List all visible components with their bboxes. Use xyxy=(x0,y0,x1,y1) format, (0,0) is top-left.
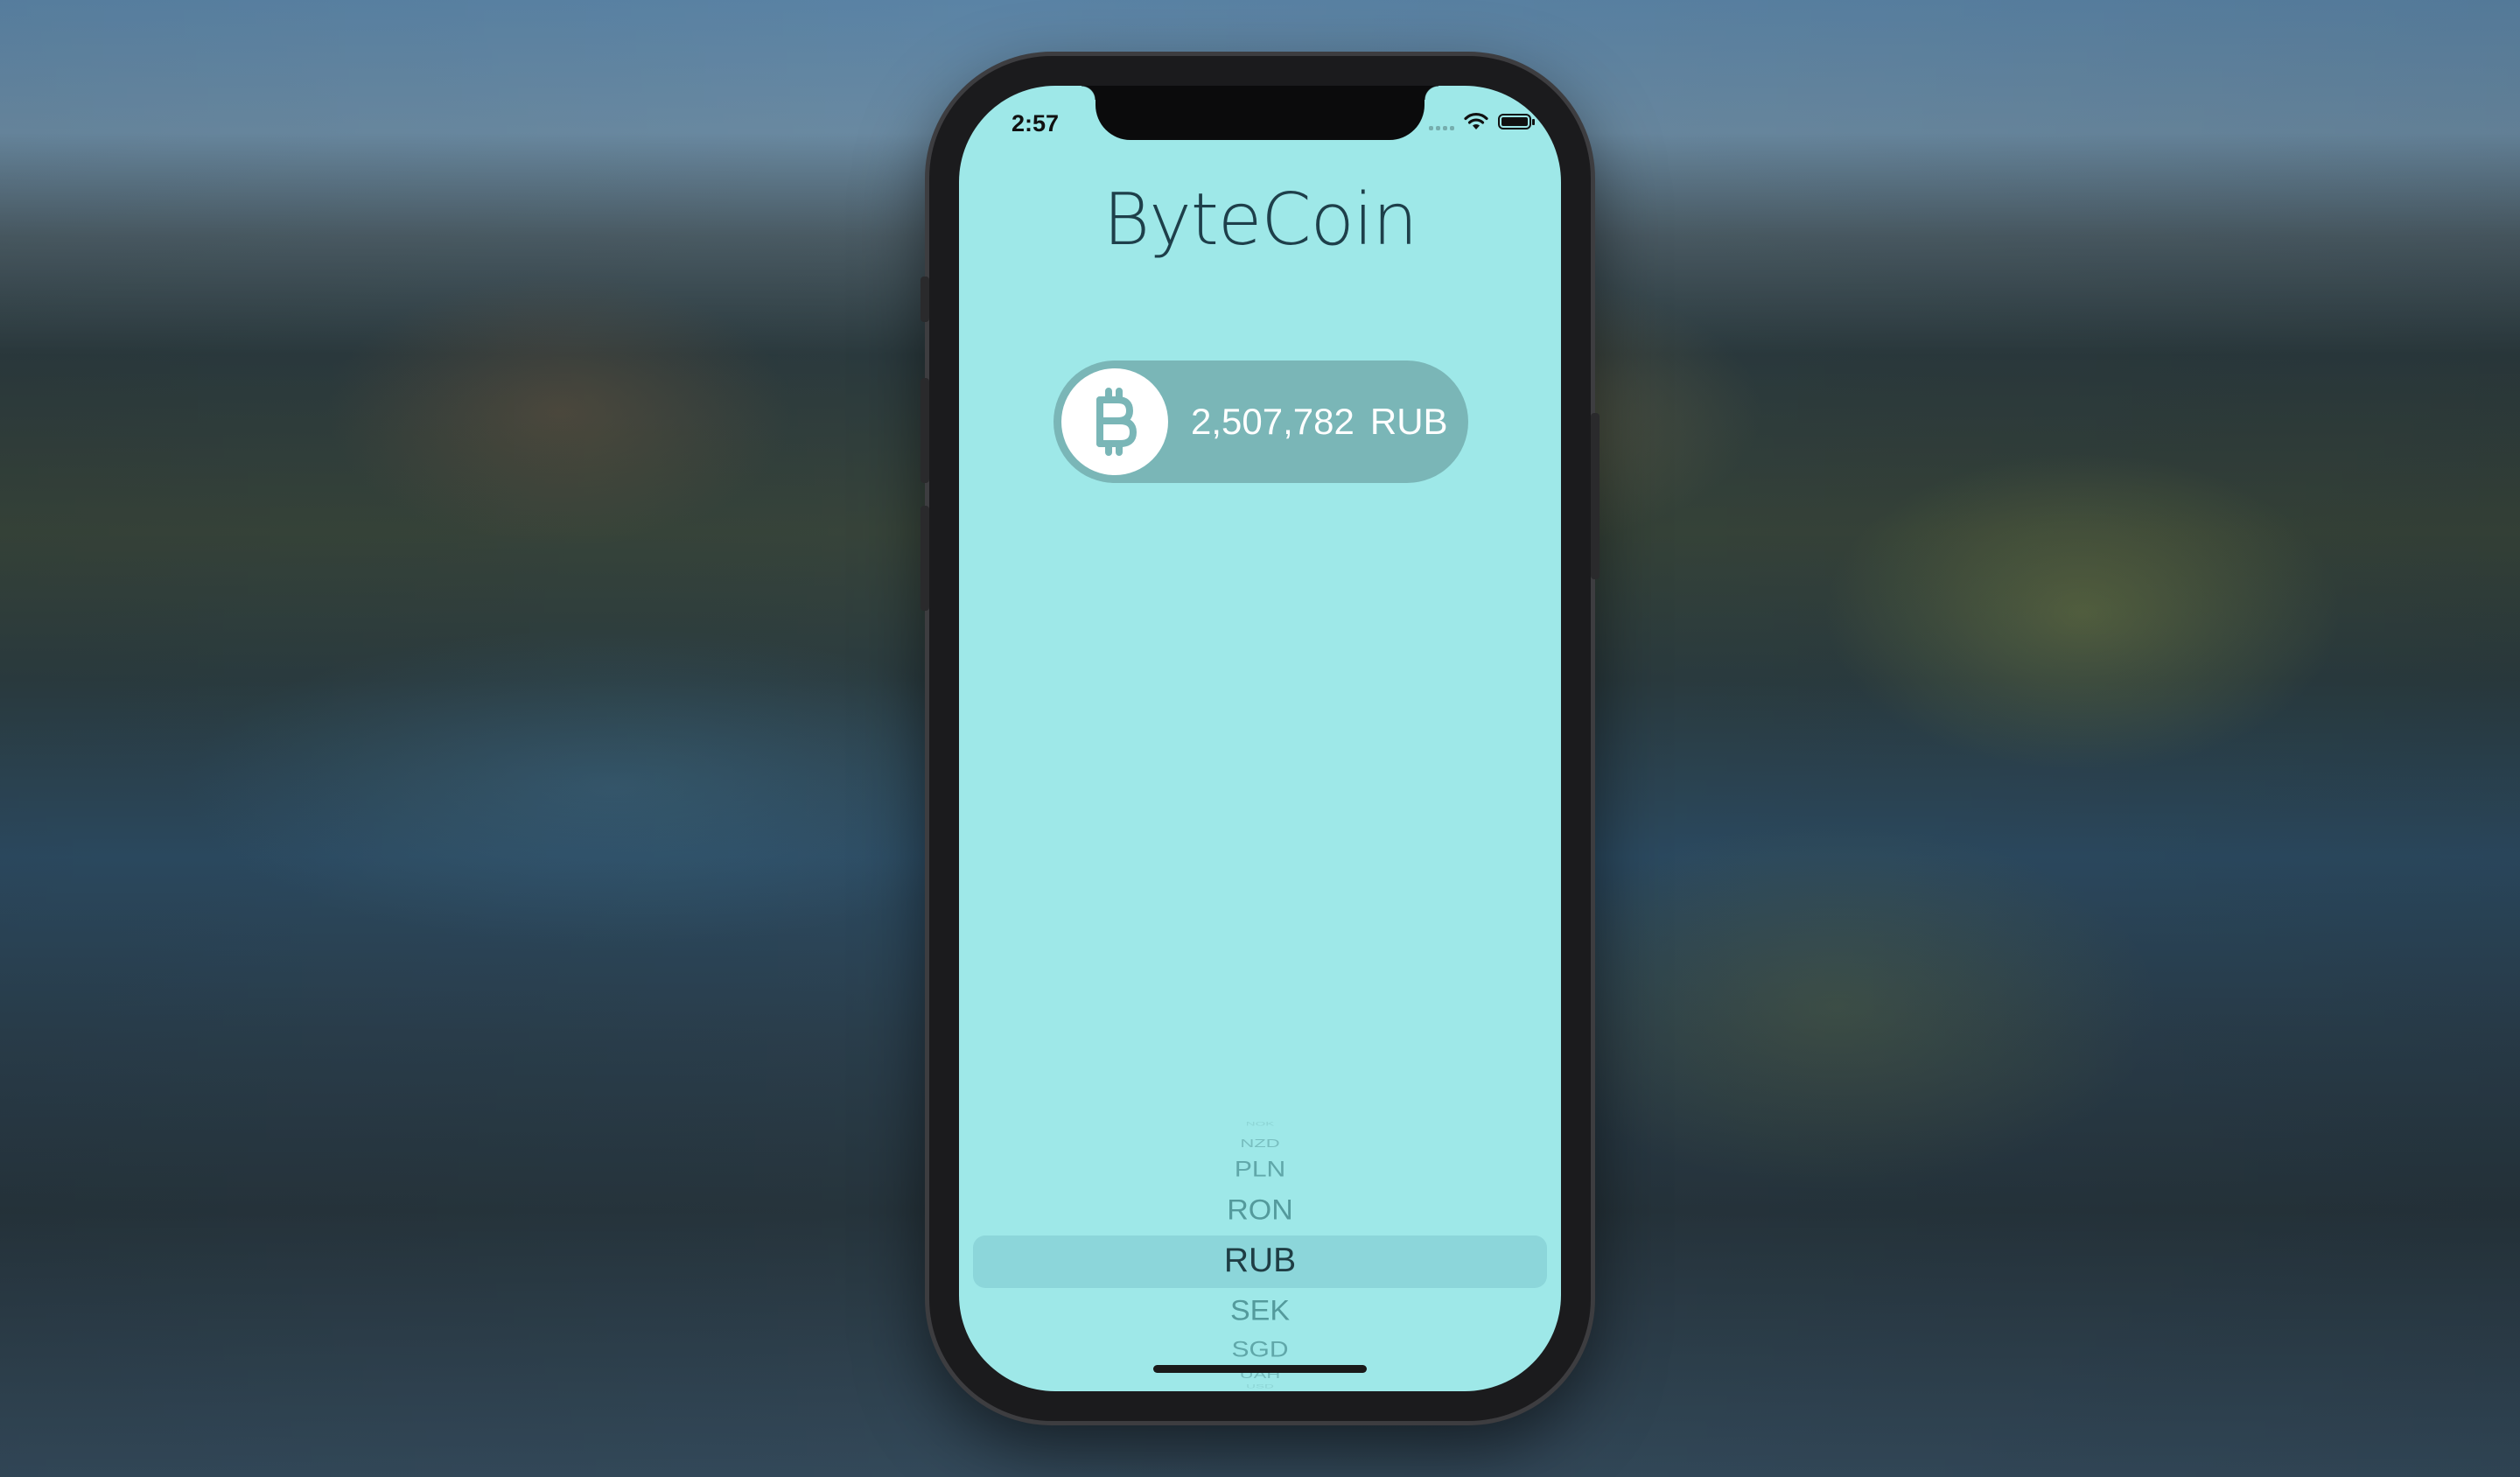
power-button xyxy=(1591,413,1600,579)
app-title: ByteCoin xyxy=(1102,178,1418,262)
home-indicator[interactable] xyxy=(1153,1365,1367,1373)
wifi-icon xyxy=(1464,112,1488,130)
battery-icon xyxy=(1498,114,1535,130)
picker-row-selected[interactable]: RUB xyxy=(959,1242,1561,1280)
status-icons xyxy=(1429,112,1535,131)
signal-icon xyxy=(1429,113,1454,130)
coin-rate-view: 2,507,782 RUB xyxy=(1054,360,1468,483)
picker-row[interactable]: PLN xyxy=(959,1158,1561,1182)
picker-row[interactable]: SEK xyxy=(959,1295,1561,1327)
status-time: 2:57 xyxy=(1012,110,1060,136)
picker-row[interactable]: SGD xyxy=(959,1338,1561,1362)
coin-badge xyxy=(1061,368,1168,475)
picker-row[interactable]: NZD xyxy=(959,1137,1561,1151)
iphone-frame: 2:57 ByteCoin 2,507,782 RUB NOK NZD PLN … xyxy=(920,56,1600,1421)
currency-picker[interactable]: NOK NZD PLN RON RUB SEK SGD UAH USD xyxy=(959,1083,1561,1390)
coin-value-label: 2,507,782 RUB xyxy=(1191,401,1448,443)
picker-row[interactable]: USD xyxy=(959,1383,1561,1390)
volume-up-button xyxy=(920,378,929,483)
currency-code: RUB xyxy=(1369,401,1448,442)
picker-row[interactable]: RON xyxy=(959,1194,1561,1227)
app-screen: 2:57 ByteCoin 2,507,782 RUB NOK NZD PLN … xyxy=(959,86,1561,1391)
action-button xyxy=(920,276,929,322)
bitcoin-icon xyxy=(1096,388,1137,456)
picker-row[interactable]: NOK xyxy=(959,1121,1561,1128)
bitcoin-price: 2,507,782 xyxy=(1191,401,1354,442)
notch xyxy=(1082,86,1438,140)
volume-down-button xyxy=(920,506,929,611)
